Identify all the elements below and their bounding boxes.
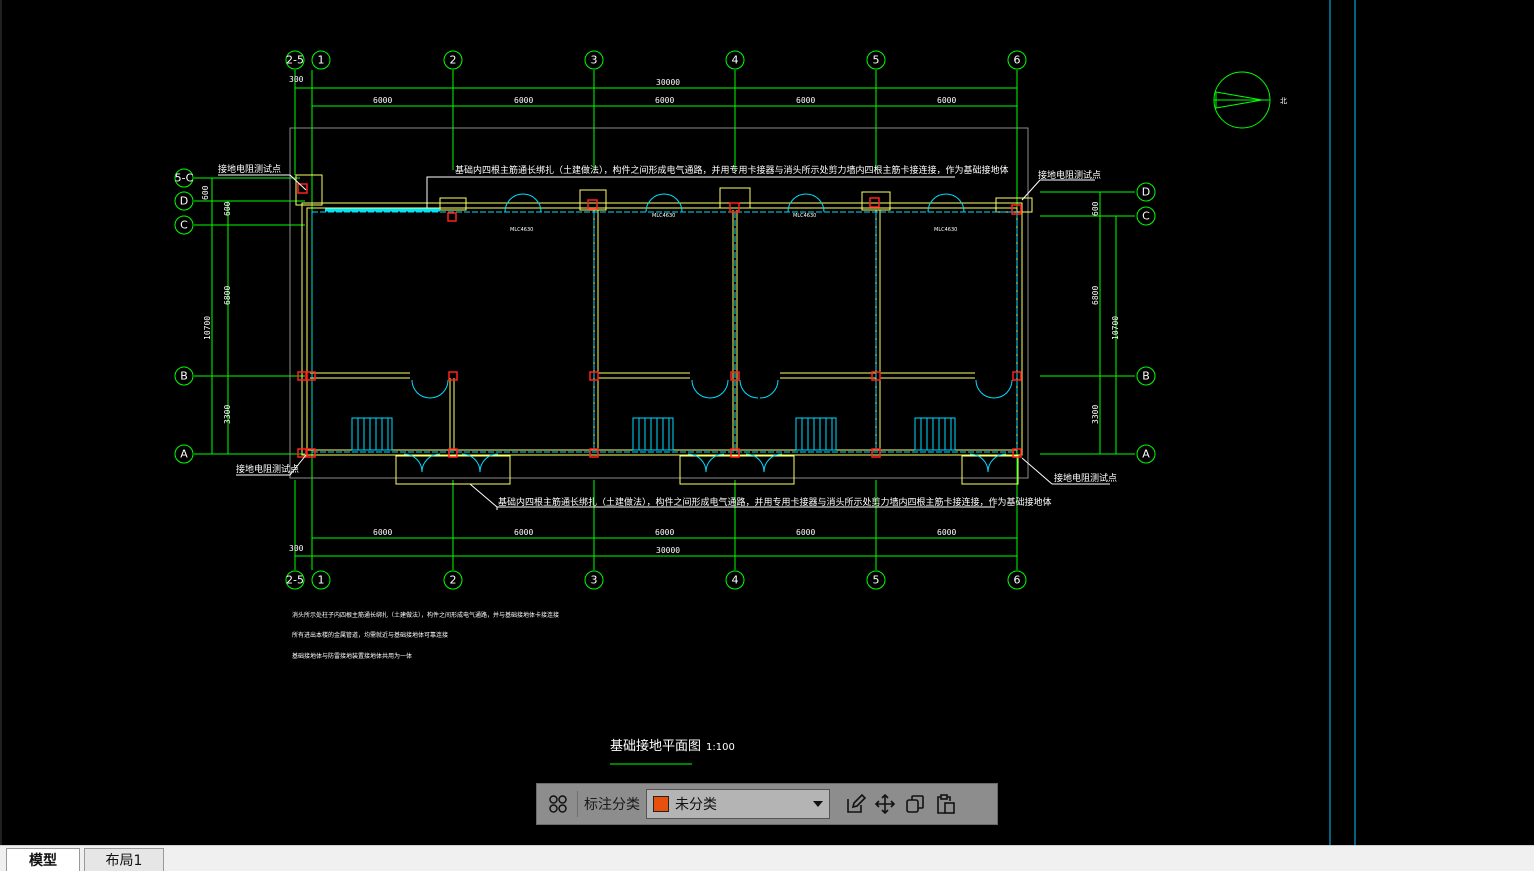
test-point-label-3: 接地电阻测试点 bbox=[1038, 169, 1101, 181]
dim-span: 6000 bbox=[373, 96, 392, 105]
axis-bubble-label: C bbox=[180, 219, 188, 232]
drawing-scale: 1:100 bbox=[706, 742, 735, 753]
move-icon bbox=[874, 793, 896, 815]
axis-bubble-label: 5-C bbox=[175, 172, 194, 185]
axis-bubble-label: 6 bbox=[1014, 574, 1021, 587]
axis-bubble-label: 4 bbox=[732, 54, 739, 67]
axis-bubble-label: 2 bbox=[450, 54, 457, 67]
general-note: 基础接地体与防雷接地装置接地体共用为一体 bbox=[292, 652, 412, 660]
axis-bubble-label: D bbox=[180, 195, 188, 208]
dim-span: 6000 bbox=[796, 528, 815, 537]
test-point-label-4: 接地电阻测试点 bbox=[1054, 472, 1117, 484]
axis-bubble-label: B bbox=[180, 370, 188, 383]
edit-icon bbox=[847, 793, 866, 813]
axis-bubble-label: 4 bbox=[732, 574, 739, 587]
dim-left: 600 bbox=[201, 185, 210, 200]
dim-span: 6000 bbox=[655, 96, 674, 105]
dim-offset-bottom: 300 bbox=[289, 544, 304, 553]
layout-tab-bar: 模型 布局1 bbox=[0, 845, 1534, 871]
dim-span: 6000 bbox=[514, 528, 533, 537]
axis-bubble-label: D bbox=[1142, 186, 1150, 199]
category-selected-value: 未分类 bbox=[675, 797, 717, 813]
dim-span: 6000 bbox=[796, 96, 815, 105]
copy-button[interactable] bbox=[900, 789, 930, 819]
window-tag: MLC4630 bbox=[934, 227, 957, 233]
dim-span: 6000 bbox=[373, 528, 392, 537]
dimension-texts: 30000 300 6000 6000 6000 6000 6000 6000 … bbox=[201, 75, 1120, 555]
dim-left: 10700 bbox=[203, 316, 212, 340]
north-label: 北 bbox=[1280, 97, 1287, 105]
dim-span: 6000 bbox=[655, 528, 674, 537]
dim-right: 3300 bbox=[1091, 405, 1100, 424]
cad-drawing-canvas[interactable]: 北 基础内四根主筋通长绑扎（土建做法），构件之间形成电气通路，并用专用卡接器与消… bbox=[0, 0, 1534, 845]
axis-bubble-label: 1 bbox=[318, 54, 325, 67]
chevron-down-icon bbox=[813, 801, 823, 807]
axis-bubble-label: 5 bbox=[873, 574, 880, 587]
axis-bubble-label: C bbox=[1142, 210, 1150, 223]
toolbar-category-label: 标注分类 bbox=[584, 797, 640, 813]
dim-right: 10700 bbox=[1111, 316, 1120, 340]
general-note: 所有进出本楼的金属管道，均需就近与基础接地体可靠连接 bbox=[292, 631, 448, 639]
test-point-label-2: 接地电阻测试点 bbox=[236, 463, 299, 475]
dim-span: 6000 bbox=[937, 528, 956, 537]
dim-total-top: 30000 bbox=[656, 78, 680, 87]
axis-bubble-label: 5 bbox=[873, 54, 880, 67]
window-tag: MLC4630 bbox=[652, 213, 675, 219]
column-axis-labels-top: 2-5 1 2 3 4 5 6 bbox=[286, 54, 1020, 67]
drawing-title: 基础接地平面图 bbox=[610, 738, 701, 754]
test-point-label-1: 接地电阻测试点 bbox=[218, 163, 281, 175]
tab-layout1[interactable]: 布局1 bbox=[84, 848, 164, 871]
axis-bubble-label: 2-5 bbox=[286, 574, 304, 587]
window-tag: MLC4630 bbox=[793, 213, 816, 219]
grid-icon bbox=[549, 795, 567, 813]
row-axis-labels-right: D C B A bbox=[1142, 186, 1150, 461]
edit-button[interactable] bbox=[840, 789, 870, 819]
axis-bubble-label: 2 bbox=[450, 574, 457, 587]
bottom-grounding-note: 基础内四根主筋通长绑扎（土建做法），构件之间形成电气通路，并用专用卡接器与消头所… bbox=[498, 496, 1052, 508]
axis-bubble-label: 3 bbox=[591, 574, 598, 587]
dim-span: 6000 bbox=[937, 96, 956, 105]
axis-bubble-label: 1 bbox=[318, 574, 325, 587]
axis-bubble-label: A bbox=[180, 448, 188, 461]
category-color-swatch bbox=[653, 796, 669, 812]
category-grid-button[interactable] bbox=[543, 789, 573, 819]
annotation-toolbar: 标注分类 未分类 bbox=[536, 783, 998, 825]
axis-bubble-label: 6 bbox=[1014, 54, 1021, 67]
tab-model[interactable]: 模型 bbox=[6, 848, 80, 871]
move-button[interactable] bbox=[870, 789, 900, 819]
column-axis-labels-bottom: 2-5 1 2 3 4 5 6 bbox=[286, 574, 1020, 587]
dim-left: 6800 bbox=[223, 286, 232, 305]
copy-icon bbox=[906, 795, 924, 813]
paste-button[interactable] bbox=[930, 789, 960, 819]
paste-icon bbox=[937, 794, 955, 814]
dim-offset-top: 300 bbox=[289, 75, 304, 84]
axis-bubble-label: 2-5 bbox=[286, 54, 304, 67]
axis-bubble-label: B bbox=[1142, 370, 1150, 383]
dim-span: 6000 bbox=[514, 96, 533, 105]
window-tag: MLC4630 bbox=[510, 227, 533, 233]
row-axis-labels-left: 5-C D C B A bbox=[175, 172, 194, 461]
category-dropdown[interactable]: 未分类 bbox=[646, 789, 830, 819]
dim-left: 3300 bbox=[223, 405, 232, 424]
dim-right: 600 bbox=[1091, 201, 1100, 216]
top-grounding-note: 基础内四根主筋通长绑扎（土建做法），构件之间形成电气通路，并用专用卡接器与消头所… bbox=[455, 164, 1009, 176]
toolbar-divider bbox=[577, 791, 578, 817]
axis-bubble-label: A bbox=[1142, 448, 1150, 461]
dim-left: 600 bbox=[223, 201, 232, 216]
axis-bubble-label: 3 bbox=[591, 54, 598, 67]
dim-total-bottom: 30000 bbox=[656, 546, 680, 555]
dim-right: 6800 bbox=[1091, 286, 1100, 305]
general-note: 消头所示处柱子内四根主筋通长绑扎（土建做法），构件之间形成电气通路，并与基础接地… bbox=[292, 611, 559, 619]
north-arrow-icon: 北 bbox=[1213, 71, 1287, 129]
